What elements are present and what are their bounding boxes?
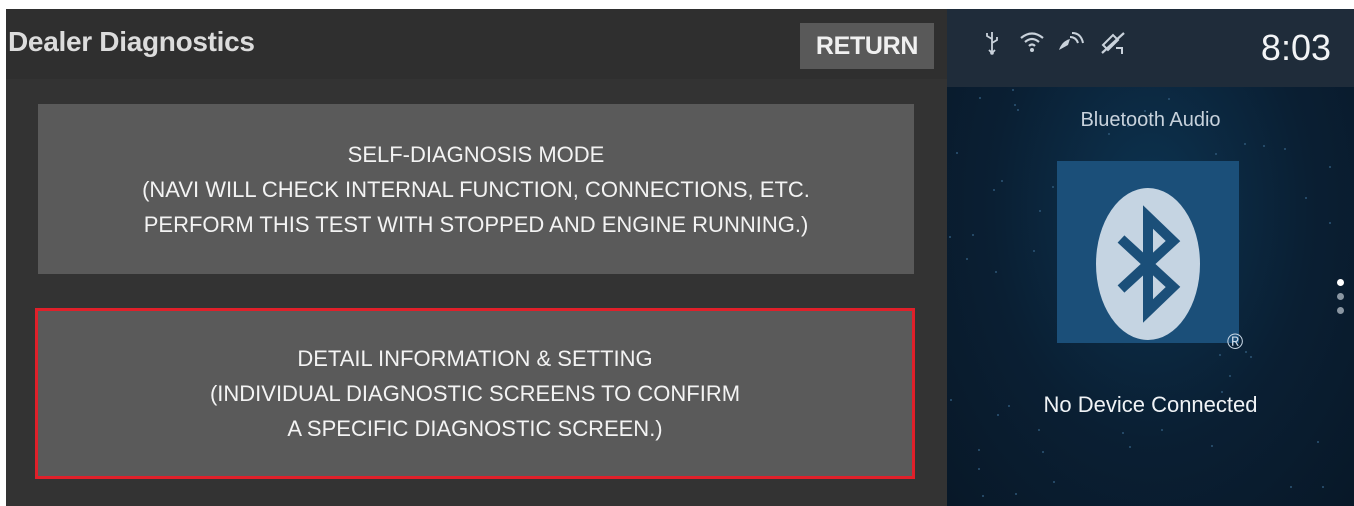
star-dot: [993, 189, 995, 191]
star-dot: [1015, 493, 1017, 495]
star-dot: [1322, 486, 1324, 488]
star-dot: [1039, 210, 1041, 212]
star-dot: [978, 468, 980, 470]
star-dot: [1108, 133, 1110, 135]
gps-off-icon: [1099, 31, 1127, 61]
star-dot: [1211, 445, 1213, 447]
star-dot: [1168, 98, 1170, 100]
detail-information-setting-button[interactable]: DETAIL INFORMATION & SETTING (INDIVIDUAL…: [35, 308, 915, 479]
bluetooth-tile[interactable]: ®: [1057, 161, 1243, 354]
bluetooth-audio-panel[interactable]: 8:03 Bluetooth Audio ® No Device Connect…: [947, 9, 1354, 506]
registered-mark: ®: [1227, 329, 1244, 354]
head-unit-screen: Dealer Diagnostics RETURN SELF-DIAGNOSIS…: [6, 9, 1354, 506]
star-dot: [982, 495, 984, 497]
star-dot: [1329, 222, 1331, 224]
star-dot: [979, 97, 981, 99]
star-dot: [1012, 89, 1014, 91]
star-dot: [978, 449, 980, 451]
star-dot: [949, 236, 951, 238]
self-diagnosis-mode-button[interactable]: SELF-DIAGNOSIS MODE (NAVI WILL CHECK INT…: [38, 104, 914, 274]
star-dot: [1290, 486, 1292, 488]
page-title: Dealer Diagnostics: [8, 26, 255, 57]
signal-icon: [1056, 31, 1086, 59]
detail-info-title: DETAIL INFORMATION & SETTING: [297, 346, 653, 371]
connection-status: No Device Connected: [1043, 392, 1258, 417]
star-dot: [1229, 375, 1231, 377]
wifi-icon: [1019, 31, 1045, 59]
star-dot: [966, 258, 968, 260]
clock: 8:03: [1260, 27, 1331, 68]
dealer-diagnostics-panel: Dealer Diagnostics RETURN SELF-DIAGNOSIS…: [6, 9, 947, 506]
self-diagnosis-desc-line1: (NAVI WILL CHECK INTERNAL FUNCTION, CONN…: [142, 176, 810, 202]
star-dot: [1329, 166, 1331, 168]
star-dot: [1042, 451, 1044, 453]
star-dot: [972, 234, 974, 236]
star-dot: [1219, 354, 1221, 356]
diagnostics-header: Dealer Diagnostics RETURN: [6, 9, 947, 79]
status-bar: 8:03: [947, 9, 1354, 87]
star-dot: [1053, 481, 1055, 483]
page-dot[interactable]: [1337, 279, 1344, 286]
star-dot: [1038, 429, 1040, 431]
return-button[interactable]: RETURN: [800, 23, 934, 69]
star-dot: [1317, 441, 1319, 443]
audio-source-title: Bluetooth Audio: [1080, 109, 1221, 131]
star-dot: [956, 152, 958, 154]
star-dot: [1263, 145, 1265, 147]
star-dot: [1014, 104, 1016, 106]
star-dot: [1129, 446, 1131, 448]
star-dot: [1284, 148, 1286, 150]
detail-info-desc-line1: (INDIVIDUAL DIAGNOSTIC SCREENS TO CONFIR…: [209, 381, 741, 406]
star-dot: [1250, 356, 1252, 358]
star-dot: [1122, 432, 1124, 434]
star-dot: [1161, 429, 1163, 431]
page-indicator[interactable]: [1337, 279, 1345, 321]
star-dot: [1305, 197, 1307, 199]
self-diagnosis-title: SELF-DIAGNOSIS MODE: [347, 141, 605, 167]
self-diagnosis-desc-line2: PERFORM THIS TEST WITH STOPPED AND ENGIN…: [143, 211, 809, 237]
detail-info-desc-line2: A SPECIFIC DIAGNOSTIC SCREEN.): [287, 416, 663, 441]
star-dot: [1245, 351, 1247, 353]
usb-icon: [985, 31, 999, 61]
star-dot: [1215, 153, 1217, 155]
star-dot: [995, 271, 997, 273]
star-dot: [1033, 250, 1035, 252]
page-dot[interactable]: [1337, 307, 1344, 314]
star-dot: [1244, 143, 1246, 145]
bluetooth-icon: [1096, 188, 1200, 340]
star-dot: [1001, 180, 1003, 182]
page-dot[interactable]: [1337, 293, 1344, 300]
star-dot: [1052, 186, 1054, 188]
